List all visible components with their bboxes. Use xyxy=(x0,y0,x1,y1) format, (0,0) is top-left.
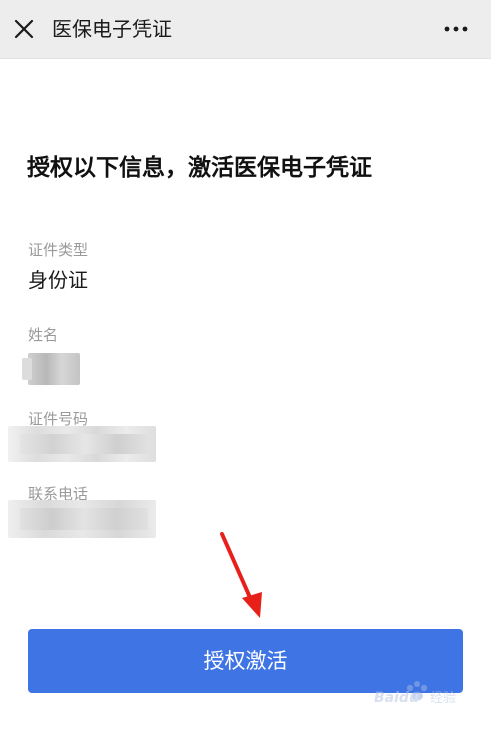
name-label: 姓名 xyxy=(28,326,59,344)
authorization-heading: 授权以下信息，激活医保电子凭证 xyxy=(27,155,372,181)
watermark-brand: Baidu xyxy=(374,690,419,706)
page-title: 医保电子凭证 xyxy=(52,17,172,41)
red-arrow-annotation xyxy=(220,532,262,618)
id-type-label: 证件类型 xyxy=(28,241,89,259)
close-icon[interactable] xyxy=(10,15,38,43)
baidu-jingyan-watermark: Baidu 经验 xyxy=(374,681,456,706)
id-type-value: 身份证 xyxy=(28,268,88,292)
more-horizontal-icon[interactable] xyxy=(441,18,471,40)
navbar: 医保电子凭证 xyxy=(0,0,491,59)
watermark-text: 经验 xyxy=(430,690,456,706)
page: 医保电子凭证 授权以下信息，激活医保电子凭证 证件类型 身份证 姓名 证件号码 … xyxy=(0,0,491,735)
